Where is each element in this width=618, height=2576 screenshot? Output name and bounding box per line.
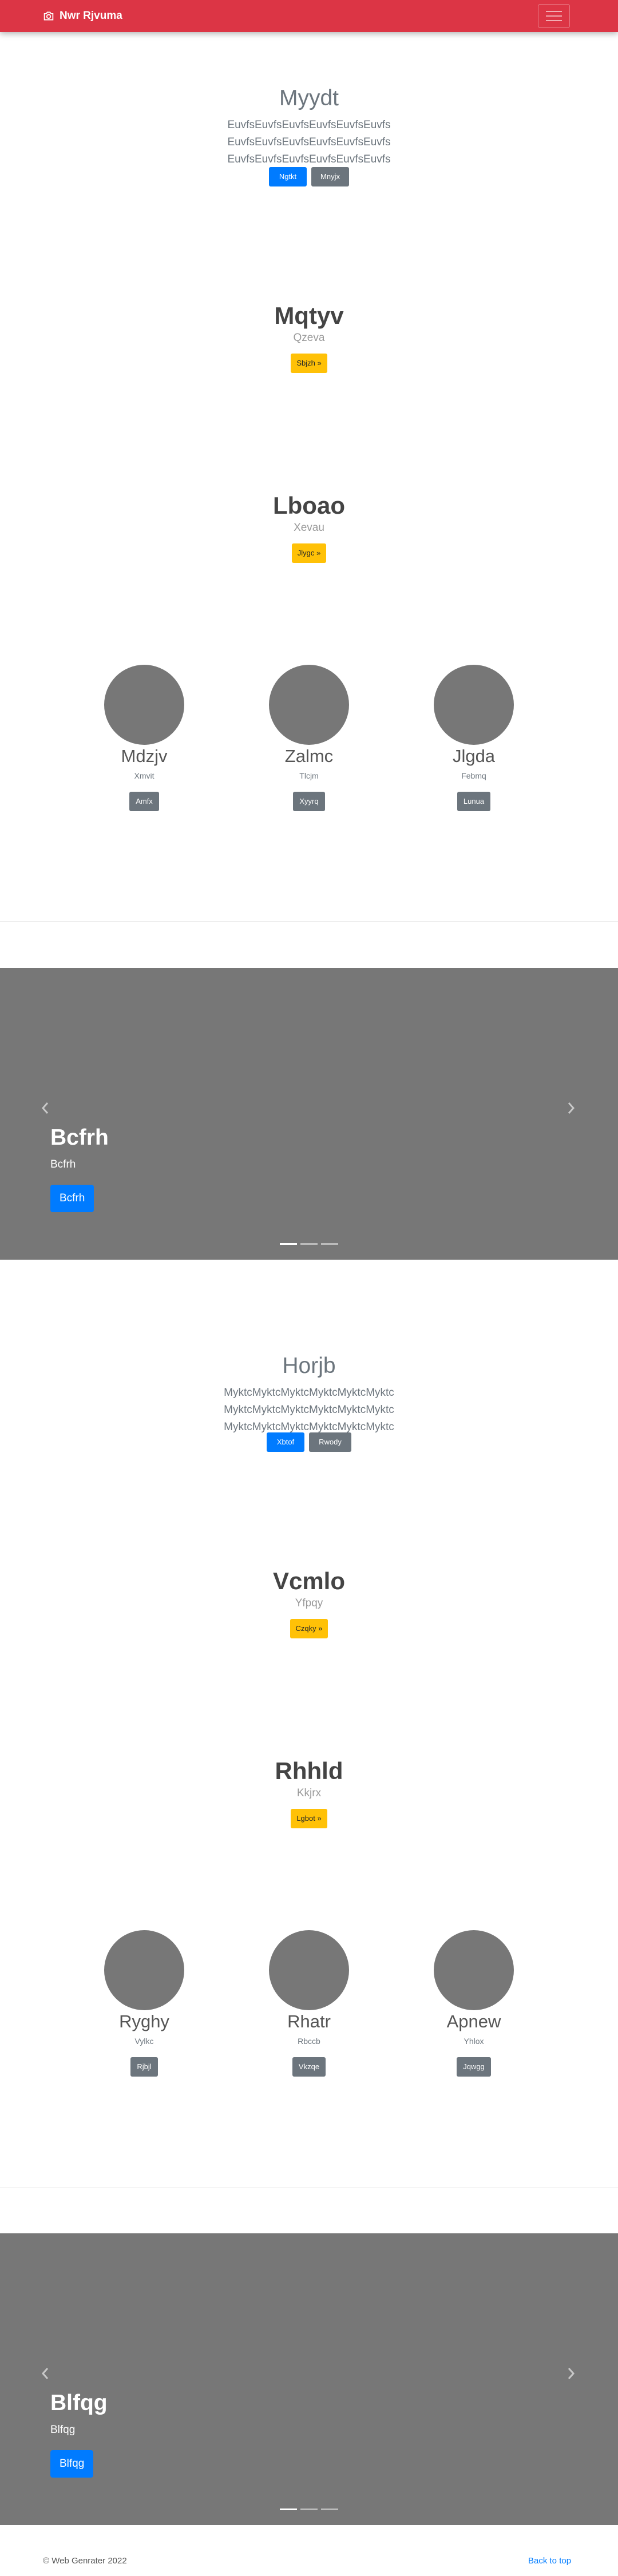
team-member: Zalmc Tlcjm Xyyrq	[227, 665, 391, 811]
chevron-left-icon	[41, 1102, 49, 1114]
team-member: Mdzjv Xmvit Amfx	[62, 665, 227, 811]
member-role: Tlcjm	[299, 771, 319, 780]
member-name: Rhatr	[287, 2011, 331, 2031]
member-role: Febmq	[461, 771, 486, 780]
team-section: Mdzjv Xmvit Amfx Zalmc Tlcjm Xyyrq Jlgda…	[0, 665, 618, 811]
brand-link[interactable]: Nwr Rjvuma	[43, 0, 122, 32]
team-member: Ryghy Vylkc Rjbjl	[62, 1930, 227, 2077]
member-button[interactable]: Lunua	[457, 792, 491, 811]
carousel-indicator[interactable]	[321, 2508, 338, 2510]
copyright-text: © Web Genrater 2022	[43, 2556, 127, 2566]
jumbotron-title: Myydt	[279, 86, 339, 110]
jumbotron-buttons: Xbtof Rwody	[0, 1432, 618, 1452]
feature-subtitle: Yfpqy	[295, 1597, 323, 1609]
menu-icon	[546, 11, 562, 12]
carousel-indicator[interactable]	[300, 1243, 318, 1245]
team-member: Rhatr Rbccb Vkzqe	[227, 1930, 391, 2077]
feature-button[interactable]: Jlygc »	[291, 543, 327, 563]
member-button[interactable]: Jqwgg	[457, 2057, 491, 2077]
page: Nwr Rjvuma Myydt EuvfsEuvfsEuvfsEuvfsEuv…	[0, 0, 618, 2576]
primary-button[interactable]: Xbtof	[267, 1432, 304, 1452]
jumbotron-lead: EuvfsEuvfsEuvfsEuvfsEuvfsEuvfs EuvfsEuvf…	[227, 119, 391, 165]
carousel-caption: Bcfrh Bcfrh Bcfrh	[50, 1125, 109, 1212]
carousel-prev-button[interactable]	[37, 1100, 54, 1117]
carousel-indicator[interactable]	[300, 2508, 318, 2510]
member-role: Rbccb	[298, 2037, 320, 2046]
menu-toggle-button[interactable]	[538, 4, 570, 28]
jumbotron-buttons: Ngtkt Mnyjx	[0, 167, 618, 186]
feature-subtitle: Xevau	[294, 522, 324, 534]
carousel: Blfqg Blfqg Blfqg	[0, 2233, 618, 2525]
secondary-button[interactable]: Rwody	[309, 1432, 351, 1452]
feature-section: Mqtyv Qzeva Sbjzh »	[0, 302, 618, 373]
jumbotron: Myydt EuvfsEuvfsEuvfsEuvfsEuvfsEuvfs Euv…	[0, 86, 618, 168]
jumbotron-title: Horjb	[282, 1354, 336, 1378]
avatar	[269, 1930, 349, 2010]
avatar	[434, 1930, 514, 2010]
feature-button[interactable]: Lgbot »	[291, 1809, 327, 1828]
secondary-button[interactable]: Mnyjx	[311, 167, 349, 186]
feature-button[interactable]: Czqky »	[290, 1619, 328, 1638]
camera-icon	[43, 11, 54, 21]
carousel: Bcfrh Bcfrh Bcfrh	[0, 968, 618, 1260]
team-member: Jlgda Febmq Lunua	[391, 665, 556, 811]
feature-section: Rhhld Kkjrx Lgbot »	[0, 1757, 618, 1828]
member-role: Xmvit	[134, 771, 154, 780]
carousel-indicators	[0, 1243, 618, 1245]
feature-button[interactable]: Sbjzh »	[291, 354, 327, 373]
avatar	[104, 1930, 184, 2010]
member-button[interactable]: Rjbjl	[130, 2057, 158, 2077]
avatar	[434, 665, 514, 745]
avatar	[104, 665, 184, 745]
back-to-top-link[interactable]: Back to top	[528, 2556, 571, 2566]
divider	[0, 921, 618, 922]
member-name: Mdzjv	[121, 746, 168, 766]
carousel-indicators	[0, 2508, 618, 2510]
feature-title: Lboao	[273, 492, 345, 519]
member-name: Apnew	[446, 2011, 501, 2031]
brand-name: Nwr Rjvuma	[60, 10, 122, 22]
feature-section: Lboao Xevau Jlygc »	[0, 492, 618, 563]
carousel-button[interactable]: Bcfrh	[50, 1185, 94, 1212]
chevron-right-icon	[568, 2368, 575, 2379]
primary-button[interactable]: Ngtkt	[269, 167, 307, 186]
carousel-title: Blfqg	[50, 2391, 108, 2415]
member-button[interactable]: Amfx	[129, 792, 159, 811]
member-name: Zalmc	[284, 746, 334, 766]
feature-section: Vcmlo Yfpqy Czqky »	[0, 1567, 618, 1638]
carousel-button[interactable]: Blfqg	[50, 2450, 94, 2478]
team-member: Apnew Yhlox Jqwgg	[391, 1930, 556, 2077]
feature-title: Vcmlo	[272, 1567, 346, 1594]
chevron-left-icon	[41, 2368, 49, 2379]
carousel-indicator[interactable]	[280, 1243, 297, 1245]
navbar: Nwr Rjvuma	[0, 0, 618, 32]
member-button[interactable]: Vkzqe	[292, 2057, 326, 2077]
jumbotron: Horjb MyktcMyktcMyktcMyktcMyktcMyktc Myk…	[0, 1354, 618, 1436]
carousel-next-button[interactable]	[562, 1100, 580, 1117]
footer: © Web Genrater 2022 Back to top	[0, 2556, 618, 2576]
carousel-indicator[interactable]	[280, 2508, 297, 2510]
member-name: Ryghy	[119, 2011, 169, 2031]
member-name: Jlgda	[452, 746, 496, 766]
feature-title: Mqtyv	[274, 302, 344, 329]
carousel-indicator[interactable]	[321, 1243, 338, 1245]
feature-title: Rhhld	[275, 1757, 343, 1784]
jumbotron-lead: MyktcMyktcMyktcMyktcMyktcMyktc MyktcMykt…	[224, 1387, 394, 1433]
team-section: Ryghy Vylkc Rjbjl Rhatr Rbccb Vkzqe Apne…	[0, 1930, 618, 2077]
carousel-subtitle: Bcfrh	[50, 1158, 76, 1170]
avatar	[269, 665, 349, 745]
carousel-subtitle: Blfqg	[50, 2424, 76, 2436]
carousel-caption: Blfqg Blfqg Blfqg	[50, 2391, 108, 2478]
feature-subtitle: Kkjrx	[296, 1787, 322, 1799]
member-role: Vylkc	[134, 2037, 154, 2046]
carousel-prev-button[interactable]	[37, 2365, 54, 2382]
carousel-next-button[interactable]	[562, 2365, 580, 2382]
carousel-title: Bcfrh	[50, 1125, 109, 1150]
member-button[interactable]: Xyyrq	[293, 792, 325, 811]
feature-subtitle: Qzeva	[293, 332, 325, 344]
chevron-right-icon	[568, 1102, 575, 1114]
member-role: Yhlox	[464, 2037, 484, 2046]
